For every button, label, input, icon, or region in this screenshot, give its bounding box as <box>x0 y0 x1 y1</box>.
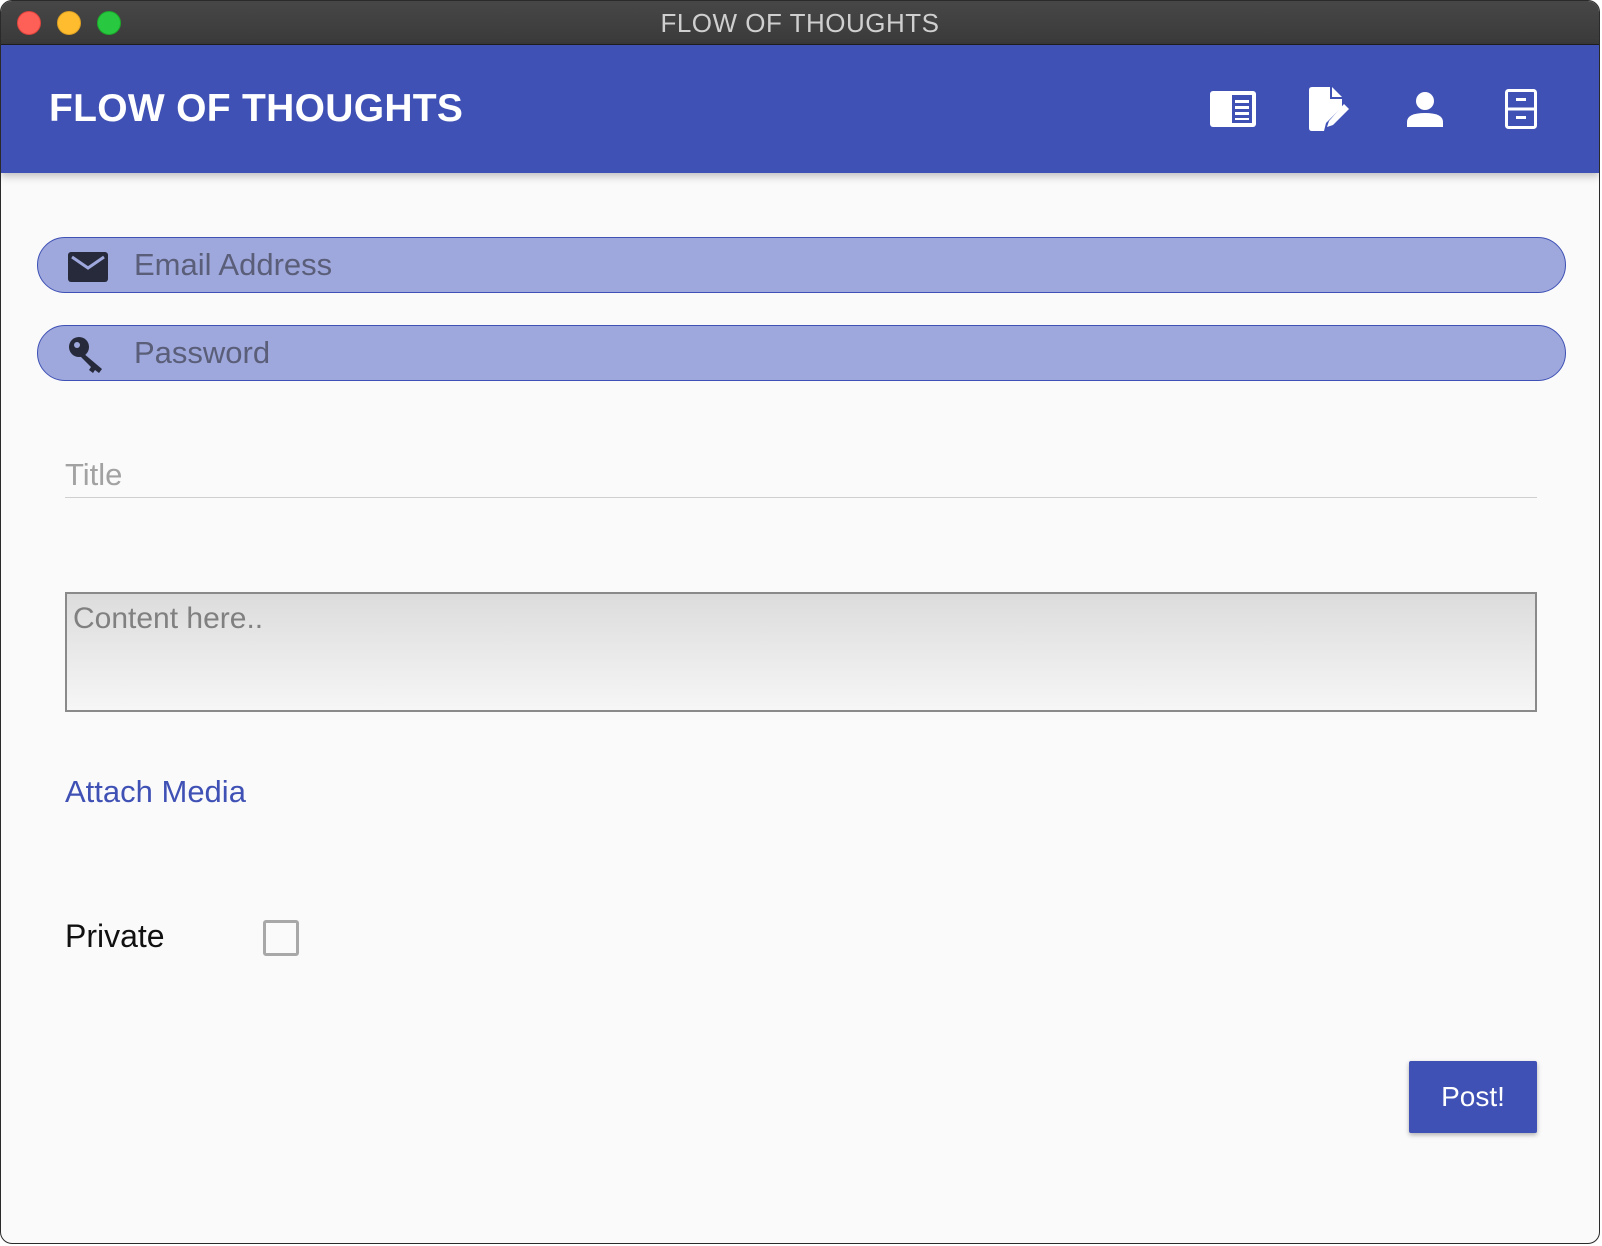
profile-button[interactable] <box>1377 61 1473 157</box>
email-icon <box>68 247 108 287</box>
window-titlebar[interactable]: FLOW OF THOUGHTS <box>1 1 1599 45</box>
archive-button[interactable] <box>1473 61 1569 157</box>
app-bar: FLOW OF THOUGHTS <box>1 45 1599 173</box>
app-window: FLOW OF THOUGHTS FLOW OF THOUGHTS Email … <box>0 0 1600 1244</box>
password-field[interactable] <box>134 326 1545 380</box>
private-checkbox[interactable] <box>263 920 299 956</box>
private-label: Private <box>65 918 165 954</box>
key-icon <box>68 335 108 375</box>
post-content-input[interactable] <box>65 592 1537 712</box>
edit-document-icon <box>1309 87 1349 131</box>
window-title: FLOW OF THOUGHTS <box>660 8 940 38</box>
feed-button[interactable] <box>1185 61 1281 157</box>
new-post-button[interactable] <box>1281 61 1377 157</box>
archive-icon <box>1505 89 1537 129</box>
attach-media-link[interactable]: Attach Media <box>65 774 246 810</box>
post-button[interactable]: Post! <box>1409 1061 1537 1133</box>
email-field[interactable] <box>134 238 1545 292</box>
person-icon <box>1407 92 1443 127</box>
email-field-container <box>37 237 1566 293</box>
password-field-container <box>37 325 1566 381</box>
feed-icon <box>1210 91 1256 127</box>
app-title: FLOW OF THOUGHTS <box>49 87 464 130</box>
post-title-input[interactable] <box>65 453 1537 498</box>
app-bar-actions <box>1185 45 1569 173</box>
